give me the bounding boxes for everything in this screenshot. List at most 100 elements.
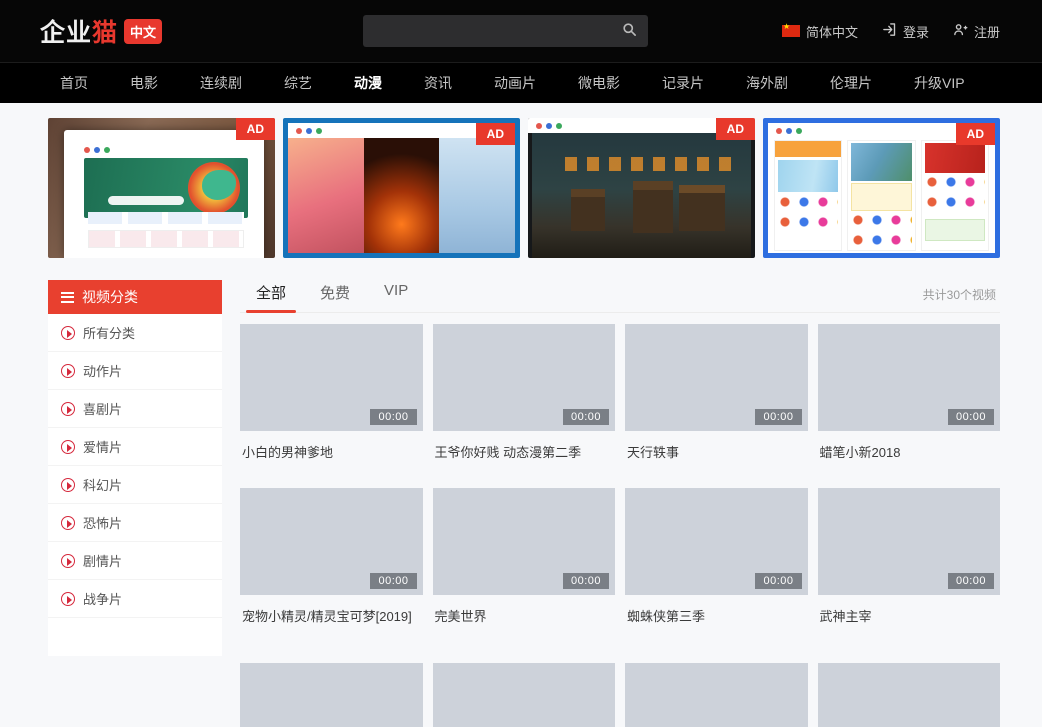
game-art-panels bbox=[288, 138, 515, 253]
play-circle-icon bbox=[61, 440, 75, 454]
login-link[interactable]: 登录 bbox=[882, 22, 929, 41]
app-panel-2 bbox=[847, 140, 915, 251]
category-label: 恐怖片 bbox=[83, 513, 122, 532]
main-nav: 首页 电影 连续剧 综艺 动漫 资讯 动画片 微电影 记录片 海外剧 伦理片 升… bbox=[0, 62, 1042, 103]
nav-item[interactable]: 资讯 bbox=[424, 73, 452, 93]
video-thumbnail[interactable]: 00:00 bbox=[818, 324, 1001, 431]
search-input[interactable] bbox=[363, 15, 610, 47]
video-card: 00:00 蜡笔小新2018 bbox=[818, 324, 1001, 488]
video-card: 00:00 王爷你好贱 动态漫第二季 bbox=[433, 324, 616, 488]
total-count-label: 共计30个视频 bbox=[923, 280, 996, 303]
play-circle-icon bbox=[61, 326, 75, 340]
video-thumbnail[interactable]: 00:00 bbox=[240, 324, 423, 431]
sidebar-category-item[interactable]: 动作片 bbox=[48, 352, 222, 390]
search-button[interactable] bbox=[610, 15, 648, 47]
nav-item[interactable]: 电影 bbox=[130, 73, 158, 93]
play-circle-icon bbox=[61, 364, 75, 378]
sidebar-category-item[interactable]: 爱情片 bbox=[48, 428, 222, 466]
pagoda-art bbox=[679, 185, 725, 231]
sidebar-category-item[interactable]: 所有分类 bbox=[48, 314, 222, 352]
nav-item[interactable]: 升级VIP bbox=[914, 73, 965, 93]
ad-banner-row: AD AD AD AD bbox=[48, 118, 1000, 258]
nav-item[interactable]: 连续剧 bbox=[200, 73, 242, 93]
video-thumbnail[interactable]: 00:00 bbox=[625, 488, 808, 595]
category-label: 爱情片 bbox=[83, 437, 122, 456]
video-thumbnail[interactable]: 00:00 bbox=[433, 488, 616, 595]
video-title[interactable]: 武神主宰 bbox=[820, 606, 999, 625]
logo-language-badge: 中文 bbox=[124, 19, 162, 44]
category-label: 所有分类 bbox=[83, 323, 135, 342]
duration-badge: 00:00 bbox=[948, 409, 994, 425]
video-thumbnail[interactable]: 00:00 bbox=[433, 324, 616, 431]
video-title[interactable]: 宠物小精灵/精灵宝可梦[2019] bbox=[242, 606, 421, 625]
ad-banner-4[interactable]: AD bbox=[763, 118, 1000, 258]
play-circle-icon bbox=[61, 516, 75, 530]
video-grid-loading-row bbox=[240, 663, 1000, 727]
nav-item[interactable]: 动漫 bbox=[354, 73, 382, 93]
sidebar-category-item[interactable]: 喜剧片 bbox=[48, 390, 222, 428]
ad-banner-1[interactable]: AD bbox=[48, 118, 275, 258]
sidebar-category-item[interactable]: 战争片 bbox=[48, 580, 222, 618]
nav-item[interactable]: 微电影 bbox=[578, 73, 620, 93]
filter-tab[interactable]: 全部 bbox=[256, 280, 286, 313]
nav-item[interactable]: 记录片 bbox=[662, 73, 704, 93]
video-thumbnail[interactable]: 00:00 bbox=[818, 488, 1001, 595]
video-title[interactable]: 完美世界 bbox=[435, 606, 614, 625]
nav-item[interactable]: 首页 bbox=[60, 73, 88, 93]
pagoda-art bbox=[633, 181, 673, 233]
video-title[interactable]: 王爷你好贱 动态漫第二季 bbox=[435, 442, 614, 461]
play-circle-icon bbox=[61, 478, 75, 492]
language-switcher[interactable]: 简体中文 bbox=[782, 22, 858, 41]
video-card: 00:00 蜘蛛侠第三季 bbox=[625, 488, 808, 652]
video-card: 00:00 小白的男神爹地 bbox=[240, 324, 423, 488]
register-link[interactable]: 注册 bbox=[953, 22, 1000, 41]
browser-dots-icon bbox=[296, 128, 322, 134]
game-art-1 bbox=[288, 138, 364, 253]
sidebar-category-item[interactable]: 科幻片 bbox=[48, 466, 222, 504]
video-list-panel: 全部 免费 VIP 共计30个视频 00:00 小白的男神爹地 bbox=[240, 280, 1000, 727]
nav-item[interactable]: 综艺 bbox=[284, 73, 312, 93]
game-scene-art bbox=[532, 133, 751, 258]
ad-banner-3[interactable]: AD bbox=[528, 118, 755, 258]
sidebar-category-item[interactable]: 剧情片 bbox=[48, 542, 222, 580]
search-box bbox=[363, 15, 648, 47]
duration-badge: 00:00 bbox=[755, 573, 801, 589]
duration-badge: 00:00 bbox=[370, 409, 416, 425]
video-thumbnail[interactable] bbox=[818, 663, 1001, 727]
app-panel-3 bbox=[921, 140, 989, 251]
pagoda-art bbox=[571, 189, 605, 231]
nav-item[interactable]: 海外剧 bbox=[746, 73, 788, 93]
game-art-fire bbox=[364, 138, 440, 253]
filter-tab[interactable]: 免费 bbox=[320, 280, 350, 313]
duration-badge: 00:00 bbox=[755, 409, 801, 425]
video-title[interactable]: 小白的男神爹地 bbox=[242, 442, 421, 461]
video-card-loading bbox=[818, 663, 1001, 727]
video-card-loading bbox=[625, 663, 808, 727]
app-panel-1 bbox=[774, 140, 842, 251]
ad-badge: AD bbox=[956, 123, 995, 145]
sidebar-title: 视频分类 bbox=[82, 287, 138, 307]
video-grid: 00:00 小白的男神爹地 00:00 王爷你好贱 动态漫第二季 00:00 天… bbox=[240, 324, 1000, 652]
video-thumbnail[interactable] bbox=[433, 663, 616, 727]
video-thumbnail[interactable]: 00:00 bbox=[625, 324, 808, 431]
nav-item[interactable]: 动画片 bbox=[494, 73, 536, 93]
site-logo[interactable]: 企业 猫 中文 bbox=[40, 13, 162, 49]
video-thumbnail[interactable]: 00:00 bbox=[240, 488, 423, 595]
video-thumbnail[interactable] bbox=[240, 663, 423, 727]
duration-badge: 00:00 bbox=[948, 573, 994, 589]
sidebar-category-item[interactable]: 恐怖片 bbox=[48, 504, 222, 542]
duration-badge: 00:00 bbox=[370, 573, 416, 589]
play-circle-icon bbox=[61, 402, 75, 416]
banner-chips-art bbox=[88, 230, 244, 248]
category-list-icon bbox=[61, 292, 74, 303]
video-title[interactable]: 天行轶事 bbox=[627, 442, 806, 461]
video-thumbnail[interactable] bbox=[625, 663, 808, 727]
filter-tab[interactable]: VIP bbox=[384, 280, 408, 313]
ad-badge: AD bbox=[236, 118, 275, 140]
video-title[interactable]: 蜘蛛侠第三季 bbox=[627, 606, 806, 625]
register-icon bbox=[953, 22, 968, 40]
sidebar-header: 视频分类 bbox=[48, 280, 222, 314]
nav-item[interactable]: 伦理片 bbox=[830, 73, 872, 93]
ad-banner-2[interactable]: AD bbox=[283, 118, 520, 258]
video-title[interactable]: 蜡笔小新2018 bbox=[820, 442, 999, 461]
